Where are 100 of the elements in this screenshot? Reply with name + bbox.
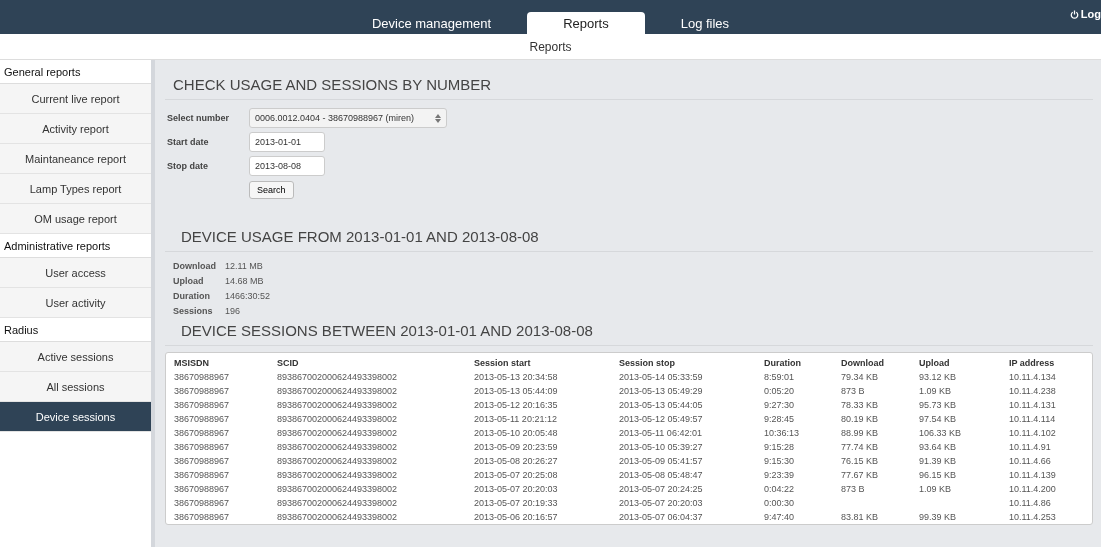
table-cell-text: 9:27:30 [764,400,796,410]
table-cell-text: 2013-05-08 05:48:47 [619,470,704,480]
table-cell-text: 2013-05-06 20:16:57 [474,512,559,522]
table-cell-text: 9:15:30 [764,456,796,466]
table-cell-text: 2013-05-08 20:26:27 [474,456,559,466]
table-cell-text: 9:47:40 [764,512,796,522]
table-cell-text: 2013-05-11 20:21:12 [474,414,558,424]
table-cell-text: 893867002000624493398002 [277,400,399,410]
table-cell-text: 2013-05-07 20:25:08 [474,470,559,480]
column-header: Download [841,358,885,368]
table-cell-text: 78.33 KB [841,400,880,410]
logout-link[interactable]: Log [1080,8,1101,20]
table-cell-text: 2013-05-12 05:49:57 [619,414,704,424]
column-header: IP address [1009,358,1056,368]
table-cell-text: 99.39 KB [919,512,958,522]
nav-tab[interactable]: Device management [335,12,528,34]
table-cell-text: 10.11.4.114 [1009,414,1057,424]
table-cell-text: 893867002000624493398002 [277,386,399,396]
sidebar-item[interactable]: Maintaneance report [0,144,151,174]
table-cell-text: 10.11.4.91 [1009,442,1052,452]
table-cell-text: 38670988967 [174,386,231,396]
table-cell-text: 106.33 KB [919,428,963,438]
stop-date-field[interactable]: 2013-08-08 [249,156,325,176]
table-cell-text: 893867002000624493398002 [277,498,399,508]
table-cell-text: 83.81 KB [841,512,880,522]
table-cell-text: 873 B [841,484,866,494]
table-cell-text: 10.11.4.86 [1009,498,1052,508]
table-cell-text: 38670988967 [174,442,231,452]
table-cell-text: 2013-05-07 20:20:03 [474,484,559,494]
table-cell-text: 893867002000624493398002 [277,484,399,494]
table-cell-text: 893867002000624493398002 [277,456,399,466]
table-cell-text: 2013-05-14 05:33:59 [619,372,704,382]
select-arrows-icon [435,113,441,123]
stat-label: Upload [173,275,205,286]
column-header: SCID [277,358,300,368]
table-cell-text: 0:00:30 [764,498,796,508]
section-heading: DEVICE USAGE FROM 2013-01-01 AND 2013-08-08 [165,228,1093,252]
table-cell-text: 38670988967 [174,498,231,508]
stat-label: Download [173,260,217,271]
table-cell-text: 893867002000624493398002 [277,414,399,424]
table-cell-text: 79.34 KB [841,372,880,382]
table-cell-text: 97.54 KB [919,414,958,424]
table-cell-text: 10.11.4.238 [1009,386,1057,396]
table-cell-text: 2013-05-07 20:20:03 [619,498,704,508]
sidebar-item[interactable]: Lamp Types report [0,174,151,204]
field-label: Start date [167,137,210,147]
table-cell-text: 9:15:28 [764,442,796,452]
sidebar-item[interactable]: OM usage report [0,204,151,234]
start-date-field[interactable]: 2013-01-01 [249,132,325,152]
stat-value: 196 [225,305,241,316]
sidebar-item[interactable]: Active sessions [0,342,151,372]
table-cell-text: 2013-05-10 05:39:27 [619,442,704,452]
sidebar-item[interactable]: Device sessions [0,402,151,432]
table-cell-text: 9:23:39 [764,470,796,480]
table-cell-text: 10.11.4.102 [1009,428,1057,438]
table-cell-text: 93.12 KB [919,372,958,382]
stat-label: Duration [173,290,211,301]
sidebar-item[interactable]: All sessions [0,372,151,402]
table-cell-text: 91.39 KB [919,456,958,466]
table-cell-text: 10.11.4.200 [1009,484,1057,494]
stat-value: 14.68 MB [225,275,264,286]
table-cell-text: 2013-05-07 20:19:33 [474,498,559,508]
table-cell-text: 9:28:45 [764,414,796,424]
table-cell-text: 2013-05-13 05:44:09 [474,386,559,396]
table-cell-text: 38670988967 [174,470,231,480]
sidebar-item[interactable]: User access [0,258,151,288]
table-cell-text: 38670988967 [174,512,231,522]
sidebar-item[interactable]: Current live report [0,84,151,114]
table-cell-text: 76.15 KB [841,456,880,466]
table-cell-text: 893867002000624493398002 [277,442,399,452]
column-header: Duration [764,358,802,368]
stat-value: 1466:30:52 [225,290,271,301]
table-cell-text: 10.11.4.253 [1009,512,1057,522]
sidebar-item[interactable]: Activity report [0,114,151,144]
table-cell-text: 77.67 KB [841,470,880,480]
table-cell-text: 38670988967 [174,428,231,438]
table-cell-text: 0:05:20 [764,386,796,396]
field-label: Stop date [167,161,209,171]
sidebar-item[interactable]: User activity [0,288,151,318]
stat-label: Sessions [173,305,214,316]
table-cell-text: 2013-05-13 05:44:05 [619,400,704,410]
number-select[interactable]: 0006.0012.0404 - 38670988967 (miren) [249,108,447,128]
table-cell-text: 38670988967 [174,372,231,382]
table-cell-text: 2013-05-07 06:04:37 [619,512,704,522]
power-icon [1069,9,1079,19]
section-heading: DEVICE SESSIONS BETWEEN 2013-01-01 AND 2013-08-08 [165,322,1093,346]
nav-tab[interactable]: Log files [644,12,766,34]
nav-tab[interactable]: Reports [527,12,645,34]
field-label: Select number [167,113,231,123]
table-cell-text: 38670988967 [174,400,231,410]
column-header: Session start [474,358,532,368]
table-cell-text: 0:04:22 [764,484,796,494]
table-cell-text: 893867002000624493398002 [277,428,399,438]
table-cell-text: 1.09 KB [919,484,953,494]
table-cell-text: 10.11.4.134 [1009,372,1057,382]
column-header: MSISDN [174,358,210,368]
table-cell-text: 2013-05-12 20:16:35 [474,400,559,410]
search-button[interactable]: Search [249,181,294,199]
table-cell-text: 77.74 KB [841,442,880,452]
table-cell-text: 38670988967 [174,414,231,424]
